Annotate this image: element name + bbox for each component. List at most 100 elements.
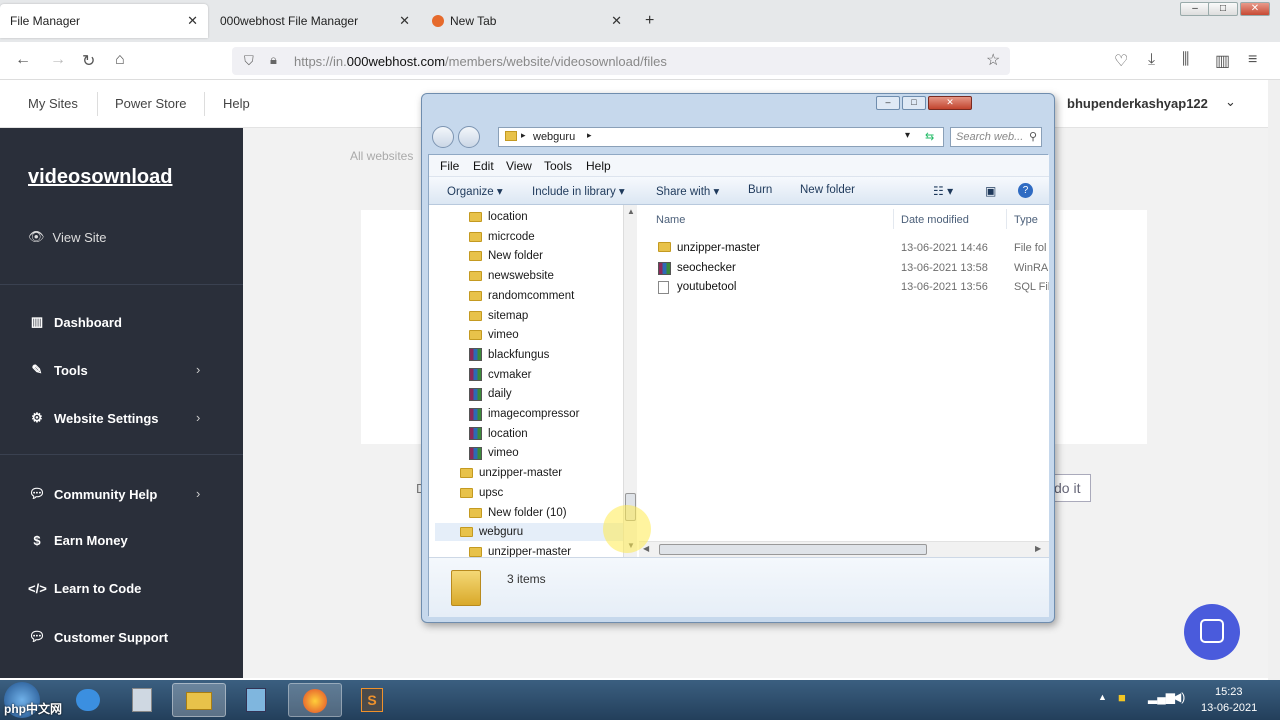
nav-my-sites[interactable]: My Sites <box>28 96 78 111</box>
menu-icon[interactable]: ≡ <box>1248 51 1257 69</box>
file-row[interactable]: seochecker 13-06-2021 13:58 WinRA <box>639 260 1049 278</box>
menu-edit[interactable]: Edit <box>473 159 494 173</box>
burn-button[interactable]: Burn <box>748 184 772 196</box>
view-options-icon[interactable]: ☷ ▾ <box>933 184 953 198</box>
tree-item[interactable]: newswebsite <box>469 267 554 285</box>
tray-expand-icon[interactable]: ▲ <box>1098 692 1107 702</box>
reload-icon[interactable]: ↻ <box>82 51 95 71</box>
tree-item[interactable]: webguru <box>435 523 623 542</box>
tree-item[interactable]: daily <box>469 385 512 403</box>
address-bar[interactable]: ▸ webguru ▸ ▾ ⇆ <box>498 127 944 147</box>
calculator-icon[interactable] <box>116 683 170 717</box>
tree-item[interactable]: unzipper-master <box>460 464 562 482</box>
file-list-scrollbar[interactable]: ◀ ▶ <box>639 541 1049 557</box>
tree-item[interactable]: sitemap <box>469 307 528 325</box>
download-icon[interactable]: ⤓ <box>1148 51 1155 69</box>
sidebar-item-website-settings[interactable]: ⚙ Website Settings <box>28 410 158 426</box>
minimize-icon[interactable]: – <box>876 96 900 110</box>
address-text[interactable]: webguru <box>533 131 575 143</box>
tree-item[interactable]: randomcomment <box>469 287 574 305</box>
maximize-icon[interactable]: □ <box>1208 2 1238 16</box>
sidebar-item-learn-to-code[interactable]: </> Learn to Code <box>28 581 141 596</box>
menu-file[interactable]: File <box>440 159 459 173</box>
refresh-icon[interactable]: ⇆ <box>925 130 934 143</box>
maximize-icon[interactable]: □ <box>902 96 926 110</box>
network-icon[interactable]: ▂▄▆ <box>1148 690 1175 704</box>
back-icon[interactable]: ← <box>15 51 31 69</box>
search-input[interactable]: Search web... ⚲ <box>950 127 1042 147</box>
sidebar-item-earn-money[interactable]: $ Earn Money <box>28 533 127 548</box>
tree-item[interactable]: New folder <box>469 247 543 265</box>
scroll-up-icon[interactable]: ▲ <box>627 207 635 216</box>
preview-pane-icon[interactable]: ▣ <box>985 184 996 198</box>
tab-file-manager[interactable]: File Manager ✕ <box>0 4 208 38</box>
username[interactable]: bhupenderkashyap122 <box>1067 96 1208 111</box>
clock-time[interactable]: 15:23 <box>1215 686 1243 698</box>
close-icon[interactable]: ✕ <box>187 13 198 29</box>
menu-view[interactable]: View <box>506 159 532 173</box>
include-in-library-button[interactable]: Include in library ▾ <box>532 184 625 198</box>
tree-item[interactable]: blackfungus <box>469 346 549 364</box>
sidebar-item-customer-support[interactable]: 💬︎ Customer Support <box>28 629 168 645</box>
tree-item[interactable]: cvmaker <box>469 366 531 384</box>
sidebar-item-dashboard[interactable]: ▥ Dashboard <box>28 314 122 330</box>
share-with-button[interactable]: Share with ▾ <box>656 184 719 198</box>
tree-item[interactable]: imagecompressor <box>469 405 579 423</box>
library-icon[interactable]: ⫼ <box>1182 51 1189 69</box>
close-window-icon[interactable]: ✕ <box>1240 2 1270 16</box>
volume-icon[interactable]: ◀) <box>1172 690 1185 704</box>
minimize-icon[interactable]: – <box>1180 2 1210 16</box>
tree-item[interactable]: location <box>469 425 528 443</box>
url-bar[interactable]: ⛉ 🔒︎ https://in.000webhost.com/members/w… <box>232 47 1010 75</box>
chevron-down-icon[interactable]: ⌄ <box>1225 94 1236 110</box>
nav-power-store[interactable]: Power Store <box>115 96 187 111</box>
new-tab-icon[interactable]: + <box>645 12 654 30</box>
chevron-down-icon[interactable]: ▾ <box>905 130 910 141</box>
organize-button[interactable]: Organize ▾ <box>447 184 503 198</box>
site-name[interactable]: videosownload <box>28 166 172 189</box>
file-explorer-window[interactable]: – □ ✕ ▸ webguru ▸ ▾ ⇆ Search web... ⚲ Fil… <box>421 93 1055 623</box>
view-site-link[interactable]: 👁︎ View Site <box>28 229 106 245</box>
tree-item[interactable]: vimeo <box>469 326 519 344</box>
scroll-right-icon[interactable]: ▶ <box>1035 544 1041 553</box>
tree-item[interactable]: New folder (10) <box>469 504 567 522</box>
home-icon[interactable]: ⌂ <box>115 51 125 69</box>
firefox-icon[interactable] <box>288 683 342 717</box>
tree-item[interactable]: unzipper-master <box>469 543 571 557</box>
tree-item[interactable]: vimeo <box>469 444 519 462</box>
help-icon[interactable]: ? <box>1018 183 1033 198</box>
sidebar-item-tools[interactable]: ✎ Tools <box>28 362 88 378</box>
close-window-icon[interactable]: ✕ <box>928 96 972 110</box>
bookmark-star-icon[interactable]: ☆ <box>986 50 1000 70</box>
file-row[interactable]: unzipper-master 13-06-2021 14:46 File fol <box>639 240 1049 258</box>
sidebar-toggle-icon[interactable]: ▥ <box>1215 51 1230 71</box>
pocket-icon[interactable]: ♡ <box>1114 51 1128 71</box>
back-icon[interactable] <box>432 126 454 148</box>
scrollbar-thumb[interactable] <box>659 544 927 555</box>
column-date-modified[interactable]: Date modified <box>901 214 969 226</box>
ie-icon[interactable] <box>62 683 116 717</box>
file-row[interactable]: youtubetool 13-06-2021 13:56 SQL Fil <box>639 279 1049 297</box>
menu-tools[interactable]: Tools <box>544 159 572 173</box>
close-icon[interactable]: ✕ <box>399 13 410 29</box>
tree-item[interactable]: micrcode <box>469 228 535 246</box>
forward-icon[interactable]: → <box>50 51 66 69</box>
sidebar-item-community-help[interactable]: 💬︎ Community Help <box>28 486 158 502</box>
explorer-taskbar-icon[interactable] <box>172 683 226 717</box>
clock-date[interactable]: 13-06-2021 <box>1201 702 1257 714</box>
sublime-icon[interactable]: S <box>346 683 400 717</box>
column-type[interactable]: Type <box>1014 214 1038 226</box>
nav-help[interactable]: Help <box>223 96 250 111</box>
new-folder-button[interactable]: New folder <box>800 184 855 196</box>
camera-icon[interactable]: ■ <box>1118 690 1126 705</box>
tree-item[interactable]: upsc <box>460 484 503 502</box>
forward-icon[interactable] <box>458 126 480 148</box>
page-scrollbar[interactable] <box>1268 80 1280 680</box>
tree-item[interactable]: location <box>469 208 528 226</box>
column-name[interactable]: Name <box>656 214 685 226</box>
tab-000webhost[interactable]: 000webhost File Manager ✕ <box>210 4 420 38</box>
tab-new-tab[interactable]: New Tab ✕ <box>422 4 632 38</box>
menu-help[interactable]: Help <box>586 159 611 173</box>
chat-widget-button[interactable] <box>1184 604 1240 660</box>
notepad-icon[interactable] <box>230 683 284 717</box>
